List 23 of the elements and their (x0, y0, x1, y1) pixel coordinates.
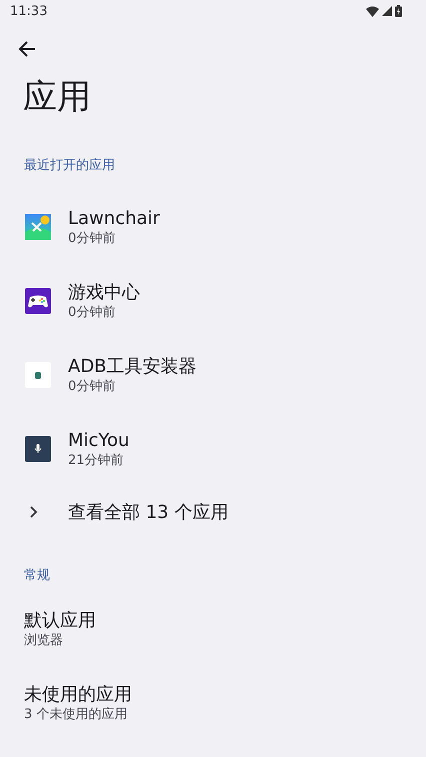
setting-title[interactable]: 默认应用 (24, 610, 402, 632)
last-opened-time: 21分钟前 (68, 452, 125, 468)
page-title: 应用 (23, 77, 92, 117)
app-name[interactable]: 游戏中心 (68, 282, 140, 304)
app-name[interactable]: Lawnchair (68, 208, 160, 230)
microphone-icon (25, 436, 51, 462)
wifi-icon (366, 6, 379, 16)
status-time: 11:33 (10, 4, 48, 18)
gamepad-icon (25, 288, 51, 314)
signal-icon (382, 6, 392, 16)
see-all-apps-button[interactable]: 查看全部 13 个应用 (0, 486, 426, 538)
last-opened-time: 0分钟前 (68, 378, 116, 394)
section-header: 最近打开的应用 (24, 158, 115, 173)
app-name[interactable]: MicYou (68, 430, 130, 452)
setting-summary: 浏览器 (24, 632, 64, 648)
setting-summary: 3 个未使用的应用 (24, 706, 128, 722)
setting-title[interactable]: 未使用的应用 (24, 684, 402, 706)
app-icon (25, 214, 51, 240)
app-name[interactable]: ADB工具安装器 (68, 356, 197, 378)
section-header: 常规 (24, 568, 50, 583)
battery-icon (395, 5, 402, 17)
last-opened-time: 0分钟前 (68, 230, 116, 246)
last-opened-time: 0分钟前 (68, 304, 116, 320)
